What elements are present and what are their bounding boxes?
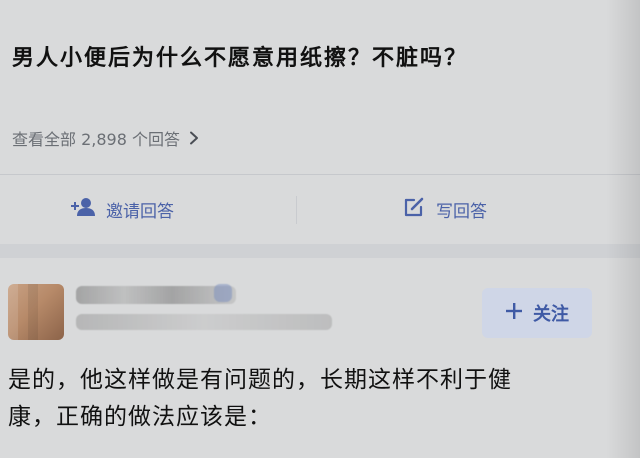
follow-label: 关注: [533, 304, 569, 325]
avatar[interactable]: [8, 284, 64, 340]
answer-author-row: 关注: [0, 266, 640, 346]
right-edge-shadow: [606, 0, 640, 458]
invite-answer-label: 邀请回答: [106, 201, 174, 222]
edit-icon: [402, 195, 426, 224]
view-all-answers-label: 查看全部 2,898 个回答: [12, 130, 180, 149]
add-user-icon: [70, 197, 96, 222]
chevron-right-icon: [186, 130, 202, 146]
blurred-author-badge: [214, 284, 232, 302]
answer-content: 是的，他这样做是有问题的，长期这样不利于健 康，正确的做法应该是：: [8, 362, 628, 436]
question-title: 男人小便后为什么不愿意用纸擦？不脏吗？: [12, 46, 469, 71]
answer-text-line-2: 康，正确的做法应该是：: [8, 404, 272, 430]
view-all-answers-link[interactable]: 查看全部 2,898 个回答: [12, 124, 202, 152]
invite-answer-button[interactable]: 邀请回答: [70, 178, 174, 240]
blurred-author-name: [76, 286, 236, 304]
write-answer-label: 写回答: [436, 201, 487, 222]
plus-icon: [505, 302, 523, 325]
answer-text-line-1: 是的，他这样做是有问题的，长期这样不利于健: [8, 367, 512, 393]
answer-action-bar: 邀请回答 写回答: [0, 178, 640, 240]
write-answer-button[interactable]: 写回答: [402, 178, 487, 240]
blurred-author-bio: [76, 314, 332, 330]
divider-top: [0, 174, 640, 175]
follow-button[interactable]: 关注: [482, 288, 592, 338]
action-separator: [296, 196, 297, 224]
section-gap: [0, 244, 640, 258]
